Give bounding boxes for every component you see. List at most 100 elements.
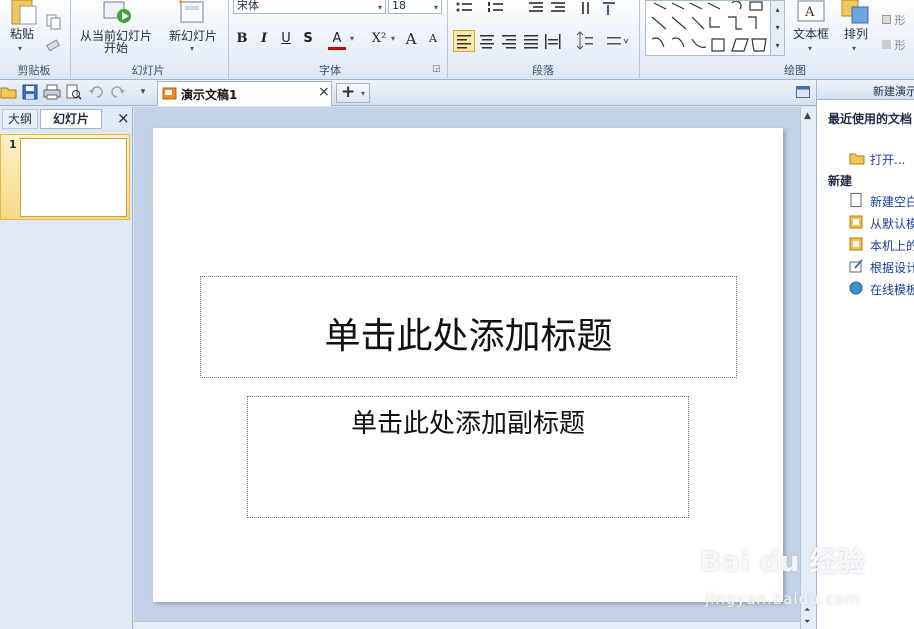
local-template-icon bbox=[849, 237, 863, 251]
paragraph-group-label: 段落 bbox=[532, 64, 554, 77]
textbox-button[interactable]: 文本框 bbox=[790, 28, 832, 41]
tab-outline[interactable]: 大纲 bbox=[2, 109, 38, 129]
new-tab-button[interactable]: + ▾ bbox=[336, 82, 370, 103]
scroll-up-icon[interactable]: ▲ bbox=[804, 111, 811, 121]
quick-access-toolbar: ▾ + ▾ bbox=[0, 80, 914, 106]
customize-qat-icon[interactable]: ▾ bbox=[136, 85, 150, 99]
undo-icon[interactable] bbox=[88, 84, 104, 100]
font-name-value: 宋体 bbox=[237, 0, 259, 12]
slides-group-label: 幻灯片 bbox=[131, 64, 165, 77]
paste-icon[interactable] bbox=[8, 0, 38, 26]
restore-pane-icon[interactable] bbox=[796, 86, 810, 98]
group-divider bbox=[639, 0, 640, 78]
new-blank-link[interactable]: 新建空白 bbox=[870, 193, 914, 210]
justify-icon[interactable] bbox=[521, 31, 541, 51]
print-icon[interactable] bbox=[43, 84, 61, 100]
bullets-icon[interactable] bbox=[455, 0, 475, 14]
online-template-link[interactable]: 在线模板 bbox=[870, 281, 914, 298]
redo-icon[interactable] bbox=[110, 84, 126, 100]
open-folder-icon[interactable] bbox=[849, 151, 865, 165]
textbox-icon[interactable]: A bbox=[796, 0, 826, 24]
watermark-url: jingyan.baidu.com bbox=[705, 590, 861, 608]
shape-outline-label: 形 bbox=[894, 39, 906, 52]
save-icon[interactable] bbox=[22, 84, 38, 100]
slides-pane: 大纲 幻灯片 × 1 bbox=[0, 107, 133, 629]
increase-indent-icon[interactable] bbox=[549, 0, 567, 14]
text-direction-icon[interactable] bbox=[578, 0, 596, 16]
format-painter-icon[interactable] bbox=[46, 38, 62, 54]
chevron-down-icon[interactable]: ▾ bbox=[434, 0, 438, 15]
watermark-logo: Bai du 经验 bbox=[700, 540, 865, 580]
subtitle-placeholder-text: 单击此处添加副标题 bbox=[350, 409, 585, 439]
align-center-icon[interactable] bbox=[477, 31, 497, 51]
distribute-icon[interactable] bbox=[543, 31, 563, 51]
shape-fill-label: 形 bbox=[894, 14, 906, 27]
shadow-button[interactable]: S bbox=[299, 30, 317, 48]
slide-thumbnail-item[interactable]: 1 bbox=[0, 134, 130, 220]
shape-outline-icon bbox=[882, 40, 891, 49]
arrange-icon[interactable] bbox=[840, 0, 872, 26]
gallery-scroll[interactable]: ▴ ▾ ▾ bbox=[770, 0, 785, 56]
print-preview-icon[interactable] bbox=[65, 84, 83, 100]
copy-icon[interactable] bbox=[46, 14, 62, 30]
group-divider bbox=[228, 0, 229, 78]
underline-button[interactable]: U bbox=[277, 30, 295, 48]
slide[interactable]: 单击此处添加标题 单击此处添加副标题 bbox=[153, 128, 783, 602]
play-from-current-icon[interactable] bbox=[102, 0, 132, 26]
from-default-template-link[interactable]: 从默认模 bbox=[870, 215, 914, 232]
italic-button[interactable]: I bbox=[255, 30, 273, 48]
shape-outline-button[interactable]: 形 bbox=[882, 37, 906, 53]
design-template-icon bbox=[849, 259, 863, 273]
numbering-icon[interactable] bbox=[486, 0, 506, 14]
design-template-link[interactable]: 根据设计 bbox=[870, 259, 914, 276]
clipboard-group-label: 剪贴板 bbox=[17, 64, 51, 77]
shrink-font-button[interactable]: A bbox=[424, 30, 442, 48]
title-placeholder[interactable]: 单击此处添加标题 bbox=[200, 276, 737, 378]
paragraph-spacing-icon[interactable] bbox=[604, 31, 630, 51]
document-tab[interactable]: 演示文稿1 × bbox=[157, 81, 332, 106]
play-from-current-line2: 开始 bbox=[103, 41, 128, 55]
chevron-down-icon[interactable]: ▾ bbox=[378, 0, 382, 15]
decrease-indent-icon[interactable] bbox=[527, 0, 545, 14]
arrange-dropdown-icon[interactable]: ▾ bbox=[852, 44, 856, 53]
new-slide-dropdown-icon[interactable]: ▾ bbox=[190, 44, 194, 53]
slide-thumbnail[interactable] bbox=[20, 138, 127, 217]
shape-fill-button[interactable]: 形 bbox=[882, 12, 906, 28]
open-link[interactable]: 打开... bbox=[870, 151, 905, 168]
textbox-dropdown-icon[interactable]: ▾ bbox=[808, 44, 812, 53]
recent-docs-heading: 最近使用的文档 bbox=[828, 112, 913, 126]
close-tab-icon[interactable]: × bbox=[318, 84, 330, 100]
shapes-gallery-icons[interactable] bbox=[646, 0, 784, 55]
local-template-link[interactable]: 本机上的 bbox=[870, 237, 914, 254]
align-text-icon[interactable] bbox=[600, 0, 620, 16]
line-spacing-icon[interactable] bbox=[573, 31, 599, 51]
shapes-gallery[interactable] bbox=[645, 0, 785, 56]
chevron-down-icon[interactable]: ▾ bbox=[361, 89, 365, 98]
font-name-select[interactable]: 宋体 ▾ bbox=[233, 0, 386, 14]
close-pane-icon[interactable]: × bbox=[117, 109, 130, 127]
subtitle-placeholder[interactable]: 单击此处添加副标题 bbox=[247, 396, 689, 518]
paste-dropdown-icon[interactable]: ▾ bbox=[18, 44, 22, 53]
task-pane-header: 新建演示 bbox=[817, 80, 914, 100]
font-dialog-launcher-icon[interactable]: ◲ bbox=[432, 64, 441, 74]
new-slide-button[interactable]: 新幻灯片 bbox=[164, 30, 222, 43]
superscript-button[interactable]: X² bbox=[368, 30, 390, 48]
bold-button[interactable]: B bbox=[233, 30, 251, 48]
globe-icon bbox=[849, 281, 863, 295]
font-color-button[interactable]: A bbox=[328, 30, 346, 50]
superscript-dropdown-icon[interactable]: ▾ bbox=[391, 34, 395, 43]
arrange-button[interactable]: 排列 bbox=[840, 28, 872, 41]
new-slide-icon[interactable] bbox=[176, 0, 206, 26]
align-left-icon[interactable] bbox=[453, 30, 475, 52]
open-folder-icon[interactable] bbox=[0, 84, 18, 100]
tab-slides[interactable]: 幻灯片 bbox=[40, 109, 102, 129]
align-right-icon[interactable] bbox=[499, 31, 519, 51]
paste-button[interactable]: 粘贴 bbox=[6, 28, 38, 41]
horizontal-scrollbar[interactable] bbox=[134, 621, 800, 629]
font-size-select[interactable]: 18 ▾ bbox=[388, 0, 442, 14]
title-placeholder-text: 单击此处添加标题 bbox=[324, 316, 613, 357]
next-slide-icon[interactable]: ⏷ bbox=[804, 617, 810, 627]
grow-font-button[interactable]: A bbox=[402, 30, 420, 48]
font-color-dropdown-icon[interactable]: ▾ bbox=[350, 34, 354, 43]
template-icon bbox=[849, 215, 863, 229]
